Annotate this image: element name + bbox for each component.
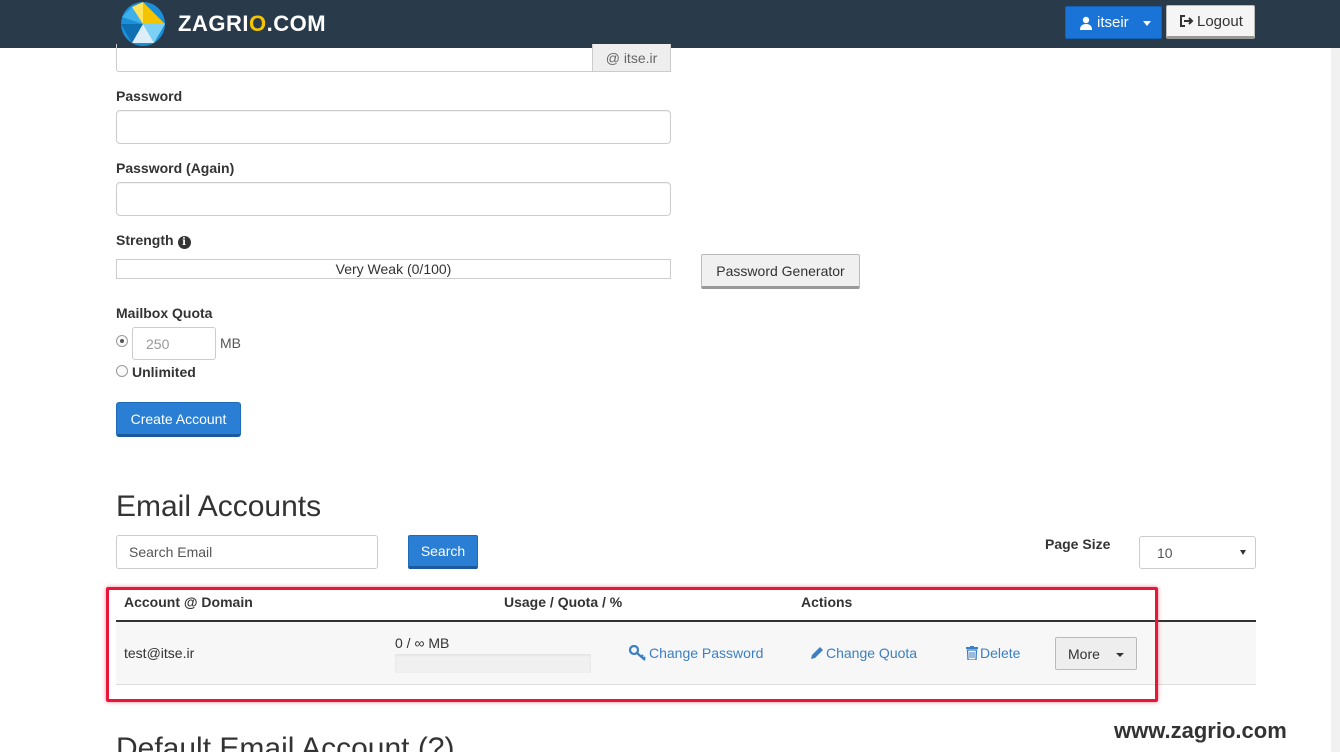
- mailbox-quota-label: Mailbox Quota: [116, 305, 213, 321]
- password-strength-meter: Very Weak (0/100): [116, 259, 671, 279]
- more-actions-button[interactable]: More: [1055, 637, 1137, 670]
- column-header-usage[interactable]: Usage / Quota / %: [504, 594, 622, 610]
- delete-link[interactable]: Delete: [966, 645, 1020, 661]
- logo-text: ZAGRIO.COM: [178, 11, 327, 36]
- delete-label: Delete: [980, 645, 1021, 661]
- change-password-link[interactable]: Change Password: [629, 645, 763, 661]
- search-button[interactable]: Search: [408, 535, 478, 569]
- password-label: Password: [116, 88, 183, 104]
- domain-addon: @ itse.ir: [592, 44, 671, 72]
- more-label: More: [1068, 645, 1100, 662]
- logout-label: Logout: [1197, 12, 1243, 30]
- dropdown-arrow-icon: [1240, 550, 1246, 555]
- user-name: itseir: [1097, 14, 1129, 31]
- unlimited-label: Unlimited: [132, 364, 196, 380]
- chevron-down-icon: [1116, 653, 1124, 657]
- column-header-account[interactable]: Account @ Domain: [124, 594, 253, 610]
- default-email-account-heading: Default Email Account (?): [116, 732, 455, 752]
- key-icon: [629, 645, 646, 661]
- page-size-value: 10: [1157, 544, 1173, 561]
- chevron-down-icon: [1143, 21, 1151, 26]
- password-input[interactable]: [116, 110, 671, 144]
- column-header-actions: Actions: [801, 594, 853, 610]
- password-again-label: Password (Again): [116, 160, 235, 176]
- strength-label-wrap: Strength i: [116, 232, 191, 249]
- account-cell: test@itse.ir: [124, 645, 195, 661]
- page-size-select[interactable]: 10: [1139, 536, 1256, 569]
- strength-label: Strength: [116, 232, 174, 248]
- search-email-input[interactable]: Search Email: [116, 535, 378, 569]
- usage-cell: 0 / ∞ MB: [395, 635, 450, 651]
- logo-mark-icon: [121, 2, 165, 46]
- pencil-icon: [811, 647, 823, 659]
- logout-button[interactable]: Logout: [1166, 5, 1255, 39]
- change-quota-label: Change Quota: [826, 645, 918, 661]
- user-menu-button[interactable]: itseir: [1065, 6, 1162, 39]
- email-accounts-heading: Email Accounts: [116, 490, 322, 523]
- user-icon: [1080, 16, 1092, 30]
- zagrio-logo[interactable]: ZAGRIO.COM: [120, 0, 326, 48]
- info-icon[interactable]: i: [177, 236, 191, 249]
- top-navbar: ZAGRIO.COM itseir Logout: [0, 0, 1340, 48]
- quota-unlimited-radio[interactable]: [116, 365, 128, 377]
- quota-input[interactable]: 250: [132, 327, 216, 360]
- password-generator-button[interactable]: Password Generator: [701, 254, 860, 289]
- quota-limited-radio[interactable]: [116, 335, 128, 347]
- trash-icon: [966, 646, 978, 660]
- create-account-button[interactable]: Create Account: [116, 402, 241, 437]
- change-password-label: Change Password: [649, 645, 764, 661]
- zagrio-watermark: www.zagrio.com: [1114, 718, 1287, 743]
- change-quota-link[interactable]: Change Quota: [810, 645, 917, 661]
- email-address-row: @ itse.ir: [116, 44, 671, 72]
- email-username-input[interactable]: [116, 44, 593, 72]
- password-again-input[interactable]: [116, 182, 671, 216]
- page-size-label: Page Size: [1045, 536, 1111, 552]
- usage-progress-bar: [395, 654, 591, 673]
- logout-icon: [1180, 15, 1194, 27]
- quota-unit: MB: [220, 335, 241, 351]
- page-scrollbar[interactable]: [1331, 48, 1340, 752]
